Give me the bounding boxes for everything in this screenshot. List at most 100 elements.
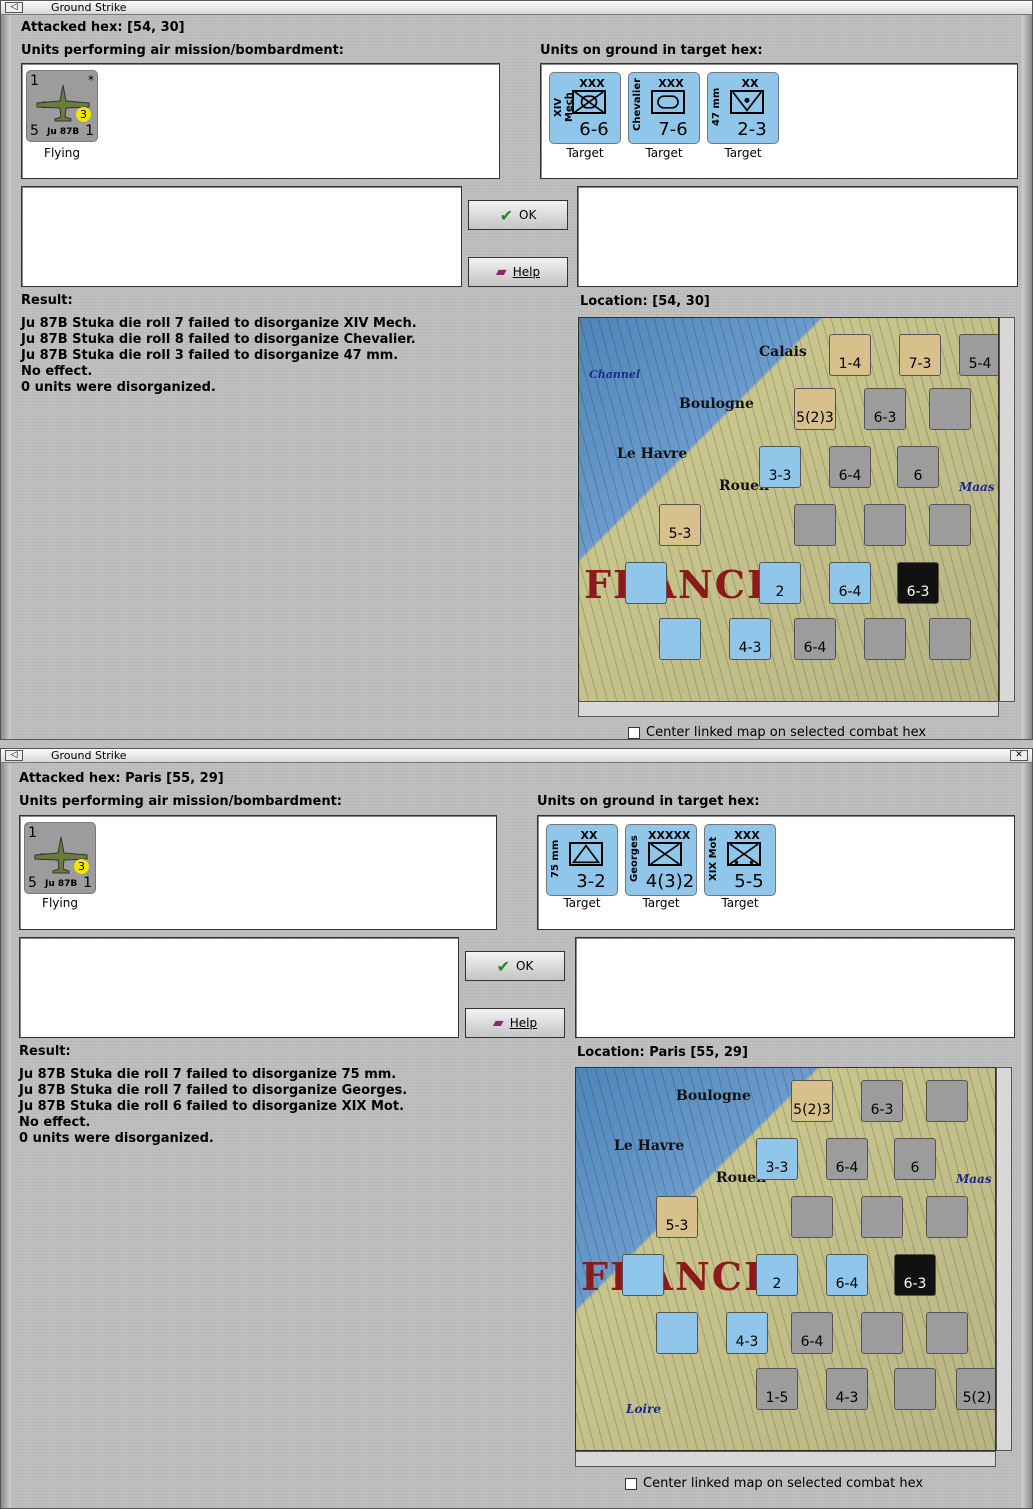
map-unit-counter[interactable]: 4-3 <box>826 1368 868 1410</box>
map-unit-counter[interactable]: 7-3 <box>899 334 941 376</box>
map-unit-counter[interactable] <box>625 562 667 604</box>
system-menu-icon[interactable]: ◁ <box>5 2 23 13</box>
right-frame <box>1022 763 1032 1508</box>
map-unit-counter[interactable] <box>926 1080 968 1122</box>
map-unit-counter[interactable] <box>894 1368 936 1410</box>
center-map-checkbox[interactable]: Center linked map on selected combat hex <box>628 725 926 740</box>
map-unit-counter[interactable]: 6-4 <box>829 562 871 604</box>
map-unit-counter[interactable]: 6-4 <box>826 1254 868 1296</box>
result-line: Ju 87B Stuka die roll 7 failed to disorg… <box>19 1067 397 1082</box>
map-unit-counter[interactable]: 4-3 <box>726 1312 768 1354</box>
map-unit-counter[interactable] <box>929 388 971 430</box>
checkbox-box[interactable] <box>628 726 640 739</box>
map-unit-counter[interactable]: 5-3 <box>659 504 701 546</box>
system-menu-icon[interactable]: ◁ <box>5 750 23 761</box>
map-unit-counter[interactable] <box>794 504 836 546</box>
target-caption: Target <box>645 146 683 160</box>
map-unit-counter[interactable] <box>656 1312 698 1354</box>
map-unit-counter[interactable]: 2 <box>759 562 801 604</box>
map-vertical-scrollbar[interactable] <box>996 1067 1012 1451</box>
air-unit-attack: 5 <box>30 123 39 139</box>
map-unit-counter[interactable] <box>929 504 971 546</box>
artillery-icon <box>569 842 603 866</box>
map-vertical-scrollbar[interactable] <box>999 317 1015 702</box>
target-size: XXXXX <box>648 829 691 842</box>
map-unit-counter[interactable]: 6-4 <box>794 618 836 660</box>
map-unit-counter[interactable] <box>861 1196 903 1238</box>
infantry-icon <box>648 842 682 866</box>
map-unit-counter[interactable]: 2 <box>756 1254 798 1296</box>
map-unit-counter[interactable] <box>791 1196 833 1238</box>
ground-units-list[interactable]: XIV Mech XXX 6-6 Target Chevalier XXX 7-… <box>540 63 1018 179</box>
help-button[interactable]: ▰ Help <box>468 257 568 287</box>
map-unit-counter[interactable]: 6-4 <box>791 1312 833 1354</box>
ok-button[interactable]: ✔ OK <box>465 951 565 981</box>
target-counter[interactable]: 75 mm XX 3-2 <box>546 824 618 896</box>
result-line: 0 units were disorganized. <box>19 1131 214 1146</box>
center-map-checkbox[interactable]: Center linked map on selected combat hex <box>625 1476 923 1491</box>
help-button[interactable]: ▰ Help <box>465 1008 565 1038</box>
map-unit-counter[interactable] <box>861 1312 903 1354</box>
map-unit-counter[interactable]: 1-4 <box>829 334 871 376</box>
map-unit-counter[interactable]: 6 <box>894 1138 936 1180</box>
linked-map[interactable]: Calais Boulogne Le Havre Rouen Channel M… <box>578 317 999 702</box>
map-unit-counter[interactable] <box>926 1196 968 1238</box>
map-unit-counter[interactable]: 5(2)3 <box>794 388 836 430</box>
right-frame <box>1022 15 1032 739</box>
ground-units-list[interactable]: 75 mm XX 3-2 Target Georges XXXXX 4(3)2 … <box>537 815 1015 930</box>
map-unit-counter[interactable]: 6-3 <box>864 388 906 430</box>
linked-map[interactable]: Boulogne Le Havre Rouen Loire Maas FRANC… <box>575 1067 996 1451</box>
map-unit-counter[interactable]: 5(2)3 <box>791 1080 833 1122</box>
map-unit-counter[interactable]: 1-5 <box>756 1368 798 1410</box>
nation-flag-icon <box>27 71 29 73</box>
air-units-list[interactable]: 1 Stuka 3 5 Ju 87B 1 Flying <box>19 815 497 930</box>
map-unit-counter[interactable]: 4-3 <box>729 618 771 660</box>
map-unit-counter[interactable]: 6-3 <box>861 1080 903 1122</box>
target-name: Chevalier <box>632 77 643 131</box>
air-unit-counter[interactable]: 1 * Stuka 3 5 Ju 87B 1 <box>26 70 98 142</box>
map-unit-counter[interactable]: 5-3 <box>656 1196 698 1238</box>
map-unit-counter[interactable]: 6-3 <box>894 1254 936 1296</box>
map-river-label: Maas <box>956 1172 992 1186</box>
map-unit-counter[interactable] <box>929 618 971 660</box>
map-horizontal-scrollbar[interactable] <box>578 701 999 717</box>
result-line: Ju 87B Stuka die roll 3 failed to disorg… <box>21 348 399 363</box>
air-units-list[interactable]: 1 * Stuka 3 5 Ju 87B 1 Flying <box>21 63 500 179</box>
location-label: Location: Paris [55, 29] <box>577 1045 748 1060</box>
map-unit-counter[interactable]: 3-3 <box>759 446 801 488</box>
map-unit-counter[interactable] <box>622 1254 664 1296</box>
target-strength: 4(3)2 <box>645 871 695 892</box>
window-title-bar[interactable]: ◁ Ground Strike <box>1 1 1032 15</box>
map-city-label: Le Havre <box>617 446 688 462</box>
air-unit-defense: 1 <box>85 123 94 139</box>
book-icon: ▰ <box>492 1015 504 1031</box>
map-unit-counter[interactable]: 6-4 <box>826 1138 868 1180</box>
target-counter[interactable]: Georges XXXXX 4(3)2 <box>625 824 697 896</box>
map-unit-counter[interactable]: 6 <box>897 446 939 488</box>
map-horizontal-scrollbar[interactable] <box>575 1451 996 1467</box>
map-unit-counter[interactable]: 3-3 <box>756 1138 798 1180</box>
checkbox-box[interactable] <box>625 1477 637 1490</box>
window-title-bar[interactable]: ◁ Ground Strike ✕ <box>1 749 1032 763</box>
close-icon[interactable]: ✕ <box>1010 750 1028 761</box>
target-name: XIX Mot <box>708 836 719 882</box>
map-unit-counter[interactable] <box>659 618 701 660</box>
map-unit-counter[interactable]: 5(2) <box>956 1368 995 1410</box>
target-caption: Target <box>566 146 604 160</box>
air-unit-badge: 3 <box>74 859 89 874</box>
target-counter[interactable]: XIX Mot XXX 5-5 <box>704 824 776 896</box>
air-unit-counter[interactable]: 1 Stuka 3 5 Ju 87B 1 <box>24 822 96 894</box>
target-counter[interactable]: Chevalier XXX 7-6 <box>628 72 700 144</box>
map-unit-counter[interactable]: 6-3 <box>897 562 939 604</box>
result-line: Ju 87B Stuka die roll 7 failed to disorg… <box>19 1083 408 1098</box>
map-unit-counter[interactable]: 5-4 <box>959 334 998 376</box>
map-unit-counter[interactable]: 6-4 <box>829 446 871 488</box>
target-strength: 6-6 <box>579 119 609 140</box>
map-unit-counter[interactable] <box>926 1312 968 1354</box>
air-units-label: Units performing air mission/bombardment… <box>21 43 345 58</box>
map-unit-counter[interactable] <box>864 504 906 546</box>
target-counter[interactable]: 47 mm XX 2-3 <box>707 72 779 144</box>
map-unit-counter[interactable] <box>864 618 906 660</box>
ok-button[interactable]: ✔ OK <box>468 200 568 230</box>
target-counter[interactable]: XIV Mech XXX 6-6 <box>549 72 621 144</box>
